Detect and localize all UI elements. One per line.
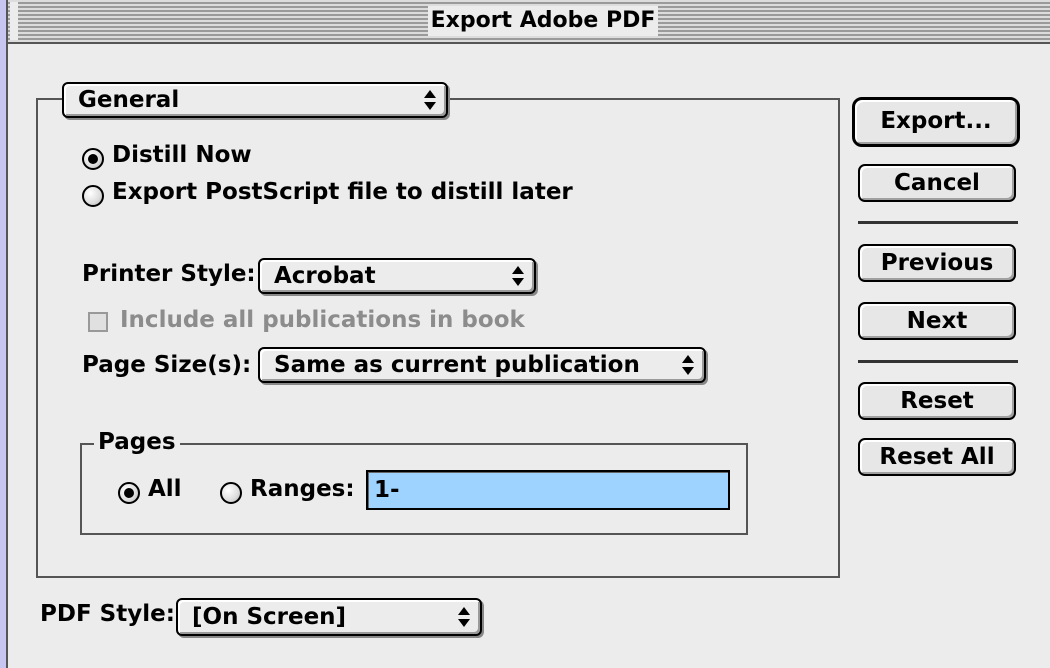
export-button[interactable]: Export...	[852, 97, 1020, 147]
export-postscript-label: Export PostScript file to distill later	[112, 179, 573, 205]
radio-pages-all[interactable]	[118, 482, 140, 504]
next-button[interactable]: Next	[858, 302, 1016, 340]
export-pdf-dialog: Export Adobe PDF General Distill Now Exp…	[6, 0, 1050, 668]
radio-pages-ranges[interactable]	[220, 482, 242, 504]
pdf-style-label: PDF Style:	[40, 601, 175, 627]
pages-group-label: Pages	[94, 429, 180, 455]
panel-popup[interactable]: General	[62, 82, 448, 118]
popup-arrows-icon	[512, 266, 524, 286]
distill-now-label: Distill Now	[112, 142, 252, 168]
printer-style-value: Acrobat	[274, 263, 376, 289]
previous-button[interactable]: Previous	[858, 244, 1016, 282]
separator	[858, 360, 1018, 363]
printer-style-popup[interactable]: Acrobat	[258, 258, 536, 294]
popup-arrows-icon	[458, 607, 470, 627]
popup-arrows-icon	[682, 355, 694, 375]
pdf-style-value: [On Screen]	[192, 604, 347, 630]
cancel-button[interactable]: Cancel	[858, 164, 1016, 202]
page-sizes-popup[interactable]: Same as current publication	[258, 347, 706, 383]
separator	[858, 221, 1018, 224]
include-book-label: Include all publications in book	[120, 307, 525, 333]
reset-button[interactable]: Reset	[858, 382, 1016, 420]
page-sizes-value: Same as current publication	[274, 352, 640, 378]
page-sizes-label: Page Size(s):	[82, 352, 252, 378]
pages-ranges-label: Ranges:	[250, 476, 355, 502]
include-book-checkbox[interactable]	[88, 312, 108, 332]
radio-export-postscript[interactable]	[82, 185, 104, 207]
popup-arrows-icon	[424, 90, 436, 110]
pages-all-label: All	[148, 476, 182, 502]
panel-popup-value: General	[78, 87, 180, 113]
window-title: Export Adobe PDF	[428, 6, 658, 36]
reset-all-button[interactable]: Reset All	[858, 438, 1016, 476]
title-bar[interactable]: Export Adobe PDF	[8, 0, 1050, 44]
pdf-style-popup[interactable]: [On Screen]	[176, 598, 482, 636]
ranges-input[interactable]: 1-	[366, 470, 730, 510]
close-box-icon[interactable]	[10, 2, 18, 40]
printer-style-label: Printer Style:	[82, 261, 256, 287]
radio-distill-now[interactable]	[82, 148, 104, 170]
